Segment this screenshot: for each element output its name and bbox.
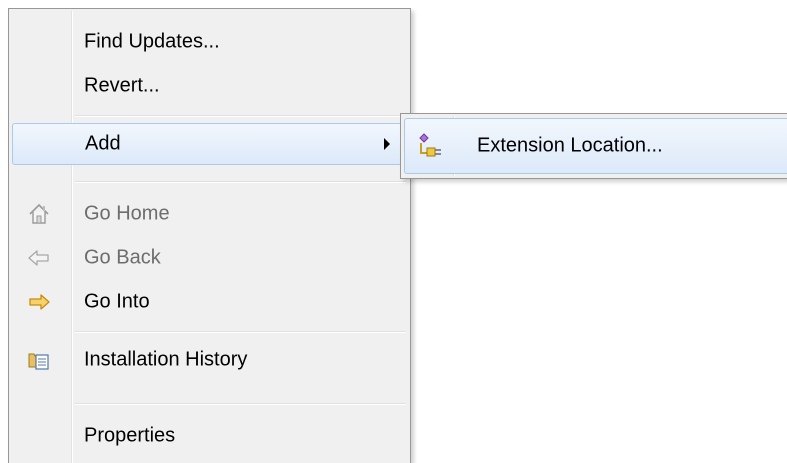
menu-item-label: Go Home bbox=[84, 202, 170, 225]
submenu-arrow-icon bbox=[384, 138, 390, 150]
home-icon bbox=[26, 201, 52, 227]
menu-item-installation-history[interactable]: Installation History bbox=[12, 339, 407, 381]
menu-item-find-updates[interactable]: Find Updates... bbox=[12, 21, 407, 63]
screen: Find Updates... Revert... Add Go Home Go… bbox=[0, 0, 787, 463]
menu-separator bbox=[75, 331, 406, 333]
menu-item-add[interactable]: Add bbox=[12, 123, 407, 165]
menu-item-go-back[interactable]: Go Back bbox=[12, 237, 407, 279]
submenu-item-extension-location[interactable]: Extension Location... bbox=[404, 118, 787, 174]
menu-item-label: Find Updates... bbox=[84, 30, 220, 53]
menu-separator bbox=[75, 115, 406, 117]
menu-item-label: Installation History bbox=[84, 348, 248, 371]
plugin-extension-icon bbox=[415, 131, 445, 161]
context-menu: Find Updates... Revert... Add Go Home Go… bbox=[8, 8, 411, 463]
submenu-item-label: Extension Location... bbox=[477, 134, 663, 157]
menu-item-go-home[interactable]: Go Home bbox=[12, 193, 407, 235]
menu-item-label: Go Back bbox=[84, 246, 161, 269]
menu-item-go-into[interactable]: Go Into bbox=[12, 281, 407, 323]
menu-item-label: Properties bbox=[84, 424, 176, 447]
history-icon bbox=[26, 347, 52, 373]
add-submenu: Extension Location... bbox=[400, 113, 787, 179]
menu-item-label: Go Into bbox=[84, 290, 150, 313]
menu-item-label: Revert... bbox=[84, 74, 160, 97]
forward-arrow-icon bbox=[26, 289, 52, 315]
menu-separator bbox=[75, 403, 406, 405]
menu-separator bbox=[75, 181, 406, 183]
back-arrow-icon bbox=[26, 245, 52, 271]
menu-item-revert[interactable]: Revert... bbox=[12, 65, 407, 107]
menu-item-label: Add bbox=[85, 132, 121, 155]
menu-item-properties[interactable]: Properties bbox=[12, 415, 407, 457]
